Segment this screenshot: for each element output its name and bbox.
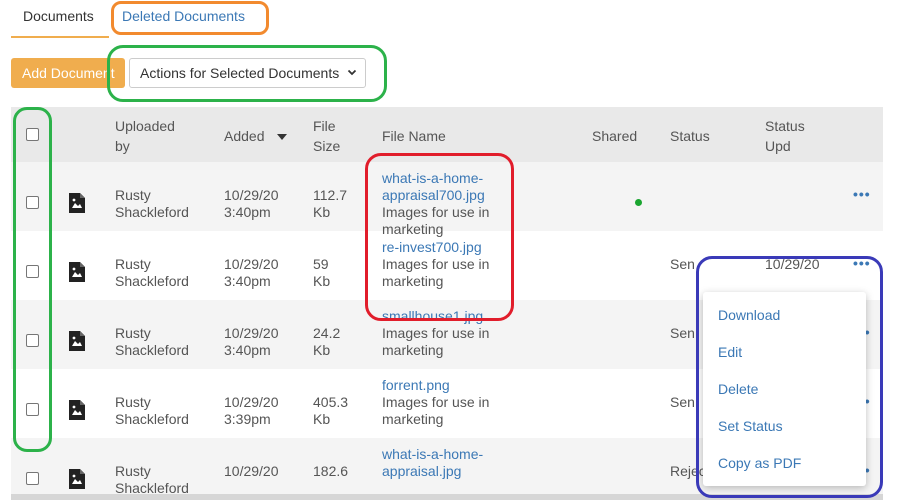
status-text: Sen [670, 394, 695, 410]
status-updated-date: 10/29/20 [765, 256, 820, 272]
shared-indicator [635, 199, 642, 206]
chevron-down-icon [347, 59, 357, 98]
menu-item-delete[interactable]: Delete [718, 381, 758, 397]
file-name-link[interactable]: forrent.png [382, 377, 489, 394]
menu-item-download[interactable]: Download [718, 307, 780, 323]
file-size: 182.6 [313, 463, 349, 479]
image-file-icon [69, 193, 85, 213]
header-uploaded-by[interactable]: Uploaded by [115, 116, 175, 156]
file-name-cell: re-invest700.jpg Images for use in marketi… [382, 239, 489, 290]
image-file-icon [69, 469, 85, 489]
file-size: 59 Kb [313, 256, 331, 289]
row-checkbox[interactable] [26, 403, 39, 416]
table-row[interactable]: Rusty Shackleford 10/29/20 3:40pm 59 Kb re-inv… [11, 231, 883, 300]
row-actions-menu: Download Edit Delete Set Status Copy as … [703, 292, 866, 486]
header-status-upd[interactable]: Status Upd [765, 116, 805, 156]
tab-documents[interactable]: Documents [23, 8, 94, 24]
file-name-cell: what-is-a-home-appraisal.jpg [382, 446, 483, 480]
file-size: 24.2 Kb [313, 325, 341, 358]
uploader-name: Rusty Shackleford [115, 394, 189, 427]
file-description: marketing [382, 273, 444, 289]
uploader-name: Rusty Shackleford [115, 256, 189, 289]
active-tab-indicator [11, 36, 109, 38]
menu-item-copy-as-pdf[interactable]: Copy as PDF [718, 455, 801, 471]
file-description: Images for use in [382, 325, 490, 341]
file-description: marketing [382, 411, 444, 427]
menu-item-set-status[interactable]: Set Status [718, 418, 783, 434]
added-date: 10/29/20 3:40pm [224, 325, 279, 358]
add-document-button[interactable]: Add Document [11, 58, 125, 88]
row-checkbox[interactable] [26, 334, 39, 347]
header-shared[interactable]: Shared [592, 126, 637, 146]
file-name-link[interactable]: smallhouse1.jpg [382, 308, 489, 325]
uploader-name: Rusty Shackleford [115, 463, 189, 496]
header-status[interactable]: Status [670, 126, 710, 146]
uploader-name: Rusty Shackleford [115, 187, 189, 220]
header-file-size[interactable]: File Size [313, 116, 340, 156]
more-actions-icon[interactable]: ••• [853, 255, 871, 271]
menu-item-edit[interactable]: Edit [718, 344, 742, 360]
file-size: 112.7 Kb [313, 187, 347, 220]
actions-dropdown-label: Actions for Selected Documents [140, 65, 340, 81]
table-header: Uploaded by Added File Size File Name Shar… [11, 107, 883, 162]
row-checkbox[interactable] [26, 196, 39, 209]
horizontal-scrollbar[interactable] [11, 494, 883, 500]
file-name-link[interactable]: what-is-a-home- [382, 446, 483, 463]
file-name-cell: forrent.png Images for use in marketing [382, 377, 489, 428]
file-description: Images for use in [382, 256, 490, 272]
added-date: 10/29/20 3:39pm [224, 394, 279, 427]
file-description: Images for use in [382, 394, 490, 410]
row-checkbox[interactable] [26, 472, 39, 485]
file-name-link[interactable]: what-is-a-home- [382, 170, 489, 187]
added-date: 10/29/20 [224, 463, 279, 479]
image-file-icon [69, 262, 85, 282]
status-text: Sen [670, 256, 695, 272]
file-name-cell: smallhouse1.jpg Images for use in marketin… [382, 308, 489, 359]
uploader-name: Rusty Shackleford [115, 325, 189, 358]
added-date: 10/29/20 3:40pm [224, 256, 279, 289]
row-checkbox[interactable] [26, 265, 39, 278]
added-date: 10/29/20 3:40pm [224, 187, 279, 220]
file-name-cell: what-is-a-home-appraisal700.jpg Images fo… [382, 170, 489, 238]
sort-desc-icon [277, 134, 288, 141]
file-name-link[interactable]: appraisal700.jpg [382, 187, 489, 204]
header-file-name[interactable]: File Name [382, 126, 446, 146]
file-description: Images for use in [382, 204, 490, 220]
status-text: Sen [670, 325, 695, 341]
tab-deleted-documents[interactable]: Deleted Documents [122, 8, 245, 24]
image-file-icon [69, 400, 85, 420]
file-name-link[interactable]: re-invest700.jpg [382, 239, 489, 256]
header-added[interactable]: Added [224, 126, 288, 146]
image-file-icon [69, 331, 85, 351]
file-name-link[interactable]: appraisal.jpg [382, 463, 483, 480]
file-size: 405.3 Kb [313, 394, 349, 427]
select-all-checkbox[interactable] [26, 128, 39, 141]
actions-dropdown[interactable]: Actions for Selected Documents [129, 58, 366, 88]
table-row[interactable]: Rusty Shackleford 10/29/20 3:40pm 112.7 Kb wha… [11, 162, 883, 237]
more-actions-icon[interactable]: ••• [853, 186, 871, 202]
document-tabs: Documents Deleted Documents [0, 0, 900, 40]
file-description: marketing [382, 342, 444, 358]
